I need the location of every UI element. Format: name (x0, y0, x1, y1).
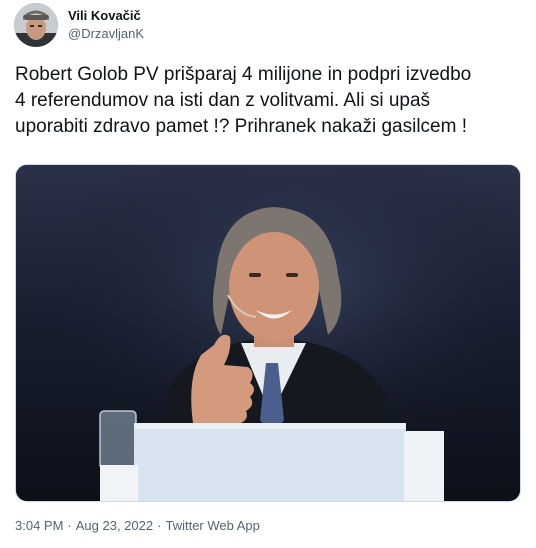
tweet-meta: 3:04 PM · Aug 23, 2022 · Twitter Web App (15, 518, 260, 533)
tweet-source[interactable]: Twitter Web App (165, 518, 259, 533)
avatar-image (14, 3, 58, 47)
meta-separator: · (67, 518, 72, 533)
tweet-text: Robert Golob PV prišparaj 4 milijone in … (15, 64, 472, 137)
user-handle[interactable]: @DrzavljanK (68, 26, 144, 41)
meta-separator: · (157, 518, 162, 533)
tweet-date[interactable]: Aug 23, 2022 (76, 518, 153, 533)
avatar[interactable] (14, 3, 58, 47)
tweet-time[interactable]: 3:04 PM (15, 518, 63, 533)
display-name[interactable]: Vili Kovačič (68, 8, 141, 23)
tweet: Vili Kovačič @DrzavljanK Robert Golob PV… (0, 0, 536, 548)
photo-image (16, 165, 520, 501)
tweet-media-photo[interactable] (15, 164, 521, 502)
